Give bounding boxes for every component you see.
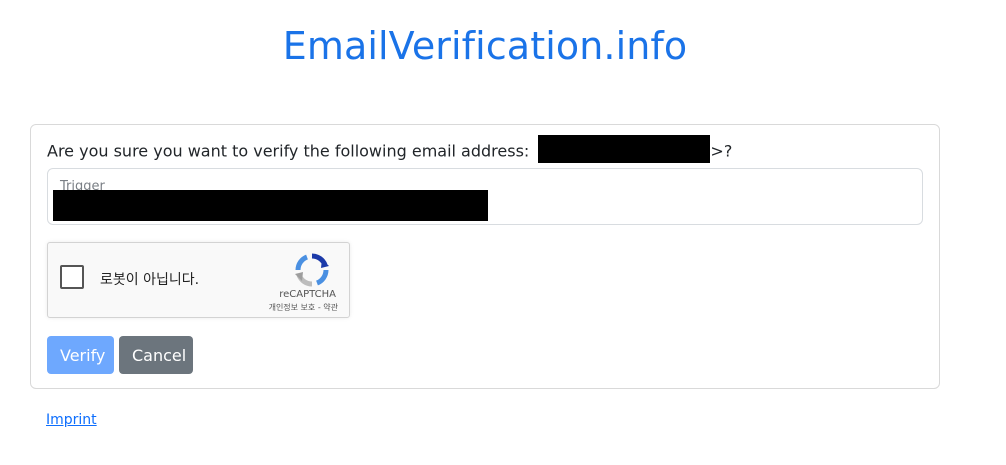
recaptcha-brand: reCAPTCHA bbox=[279, 289, 336, 300]
recaptcha-widget[interactable]: 로봇이 아닙니다. reCAPTCHA 개인정보 보호 - 약관 bbox=[47, 242, 350, 318]
privacy-link[interactable]: 개인정보 보호 bbox=[269, 303, 316, 312]
recaptcha-label: 로봇이 아닙니다. bbox=[100, 272, 200, 288]
separator: - bbox=[317, 303, 321, 312]
redacted-email bbox=[538, 135, 711, 163]
trigger-field: Trigger bbox=[47, 168, 923, 225]
recaptcha-checkbox[interactable] bbox=[60, 265, 84, 289]
question-prefix: Are you sure you want to verify the foll… bbox=[47, 141, 530, 161]
redacted-trigger-value bbox=[53, 190, 488, 221]
recaptcha-links: 개인정보 보호 - 약관 bbox=[269, 302, 338, 313]
imprint-link[interactable]: Imprint bbox=[46, 412, 97, 428]
cancel-button[interactable]: Cancel bbox=[119, 336, 193, 374]
verify-button[interactable]: Verify bbox=[47, 336, 114, 374]
question-suffix: >? bbox=[710, 141, 733, 161]
recaptcha-icon bbox=[295, 253, 329, 287]
site-title: EmailVerification.info bbox=[282, 24, 688, 68]
verification-question: Are you sure you want to verify the foll… bbox=[47, 135, 733, 163]
terms-link[interactable]: 약관 bbox=[323, 303, 338, 312]
